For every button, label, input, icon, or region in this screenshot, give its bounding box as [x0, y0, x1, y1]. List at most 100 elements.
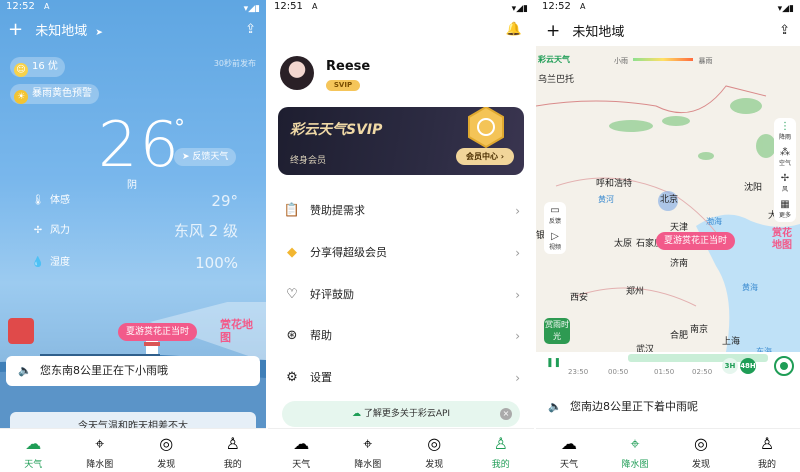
add-location-icon[interactable]: + [546, 21, 560, 41]
chevron-right-icon: › [515, 288, 520, 302]
compass-icon: ◎ [159, 434, 174, 453]
flower-map-logo: 赏花地图 [220, 318, 253, 344]
tab-precip[interactable]: ⌖ 降水图 [67, 429, 134, 472]
chevron-right-icon: › [515, 246, 520, 260]
tab-precip[interactable]: ⌖ 降水图 [335, 429, 402, 472]
chevron-right-icon: › [515, 371, 520, 385]
share-icon[interactable]: ⇪ [245, 18, 256, 42]
rain-map[interactable]: 彩云天气 小雨 暴雨 乌兰巴托 呼和浩特 北京 沈阳 天津 渤海 太原 石家庄 … [536, 46, 800, 352]
time-slider[interactable]: ❚❚ 23:50 00:50 01:50 02:50 [546, 354, 798, 382]
add-location-icon[interactable]: + [8, 19, 23, 40]
aqi-face-icon: ☺ [14, 63, 28, 77]
layer-air-label: 空气 [778, 160, 791, 167]
menu-share[interactable]: ◆ 分享得超级会员 › [282, 243, 524, 263]
humidity-row: 💧 湿度 100% [30, 254, 238, 272]
svip-card[interactable]: 彩云天气SVIP 终身会员 会员中心 › [278, 107, 524, 175]
member-center-button[interactable]: 会员中心 › [456, 148, 514, 165]
city-label: 合肥 [670, 331, 689, 341]
bell-icon[interactable]: 🔔 [506, 22, 522, 37]
sim-icon: A [312, 2, 318, 11]
layer-more[interactable]: ▦ 更多 [774, 196, 796, 222]
menu-settings[interactable]: ⚙ 设置 › [282, 368, 524, 388]
rain-legend: 小雨 暴雨 [614, 56, 712, 66]
fan-icon: ✢ [33, 225, 43, 236]
tab-discover[interactable]: ◎ 发现 [401, 429, 468, 472]
cloud-icon: ☁ [293, 434, 310, 453]
rain-notice[interactable]: 🔈 您南边8公里正下着中雨呢 [540, 394, 796, 420]
tab-weather[interactable]: ☁ 天气 [0, 429, 67, 472]
close-icon[interactable]: × [500, 408, 512, 420]
layer-wind[interactable]: ✢ 风 [774, 170, 796, 196]
compass-icon: ◎ [694, 434, 708, 453]
rain-notice-text: 您东南8公里正在下小雨哦 [40, 364, 168, 377]
tab-me[interactable]: ♙ 我的 [468, 429, 535, 472]
tab-weather[interactable]: ☁ 天气 [268, 429, 335, 472]
status-bar: 12:51 A ▾◢▮ [268, 0, 534, 14]
tab-weather-label: 天气 [292, 460, 311, 470]
sim-icon: A [580, 2, 586, 11]
status-bar: 12:52 A ▾◢▮ [0, 0, 266, 14]
pause-icon[interactable]: ❚❚ [546, 358, 561, 368]
mode-3h-button[interactable]: 3H [722, 358, 738, 374]
time-tick: 00:50 [608, 368, 629, 376]
wind-value: 东风 2 级 [173, 222, 238, 240]
layer-rain-label: 降雨 [778, 134, 791, 141]
tab-precip[interactable]: ⌖ 降水图 [602, 429, 668, 472]
aqi-pill[interactable]: ☺ 16 优 [10, 57, 65, 77]
locate-button[interactable] [774, 356, 794, 376]
speaker-icon: 🔈 [548, 400, 562, 413]
tab-weather[interactable]: ☁ 天气 [536, 429, 602, 472]
tab-discover[interactable]: ◎ 发现 [668, 429, 734, 472]
user-icon: ♙ [759, 434, 775, 453]
feedback-tool[interactable]: ▭ 反馈 [544, 202, 566, 228]
tab-precip-label: 降水图 [621, 460, 649, 470]
location-name[interactable]: 未知地域 [572, 25, 624, 40]
user-icon: ♙ [225, 434, 240, 453]
tab-discover[interactable]: ◎ 发现 [133, 429, 200, 472]
tab-me[interactable]: ♙ 我的 [200, 429, 267, 472]
avatar[interactable] [280, 56, 314, 90]
alert-pill[interactable]: ☀ 暴雨黄色预警 [10, 84, 99, 104]
feedback-button[interactable]: ➤ 反馈天气 [174, 148, 237, 166]
fan-icon: ✢ [780, 173, 790, 184]
membership-type: 终身会员 [290, 156, 327, 166]
tab-me-label: 我的 [223, 460, 242, 470]
location-name[interactable]: 未知地域 [35, 24, 87, 39]
thermometer-icon: 🌡 [31, 195, 45, 206]
video-tool[interactable]: ▷ 视频 [544, 228, 566, 254]
city-label: 太原 [614, 239, 633, 249]
city-label: 郑州 [626, 287, 645, 297]
flower-map-logo[interactable]: 赏花地图 [772, 228, 798, 252]
menu-rate-label: 好评鼓励 [310, 288, 354, 301]
degree-symbol: ° [174, 116, 185, 141]
share-icon[interactable]: ⇪ [779, 18, 790, 44]
api-banner[interactable]: ☁ 了解更多关于彩云API × [282, 401, 520, 427]
air-icon: ⁂ [780, 147, 790, 158]
locate-icon [780, 362, 788, 370]
brand-logo: 彩云天气 [538, 55, 570, 64]
tab-me[interactable]: ♙ 我的 [734, 429, 800, 472]
layer-air[interactable]: ⁂ 空气 [774, 144, 796, 170]
location-arrow-icon: ➤ [95, 28, 103, 38]
city-label: 沈阳 [744, 183, 763, 193]
rain-notice-text: 您南边8公里正下着中雨呢 [570, 400, 698, 413]
menu-sponsor-label: 赞助提需求 [310, 204, 365, 217]
rain-notice-card[interactable]: 🔈 您东南8公里正在下小雨哦 [6, 356, 260, 386]
feels-like-value: 29° [211, 192, 238, 210]
map-left-tools: ▭ 反馈 ▷ 视频 [544, 202, 566, 254]
tab-me-label: 我的 [757, 460, 776, 470]
video-tool-label: 视频 [548, 244, 561, 251]
video-icon: ▷ [551, 231, 559, 242]
tab-bar: ☁ 天气 ⌖ 降水图 ◎ 发现 ♙ 我的 [536, 428, 800, 472]
menu-sponsor[interactable]: 📋 赞助提需求 › [282, 201, 524, 221]
rain-time-logo[interactable]: 赏雨时光 [544, 318, 570, 344]
promo-banner[interactable]: 夏游赏花正当时 赏花地图 [8, 318, 258, 346]
promo-label[interactable]: 夏游赏花正当时 [656, 232, 736, 250]
mode-48h-button[interactable]: 48H [740, 358, 756, 374]
menu-help[interactable]: ⊛ 帮助 › [282, 326, 524, 346]
layer-rain[interactable]: ⋮ 降雨 [774, 118, 796, 144]
warning-icon: ☀ [14, 90, 28, 104]
feels-like-label: 体感 [50, 195, 70, 206]
layer-wind-label: 风 [781, 186, 788, 193]
menu-rate[interactable]: ♡ 好评鼓励 › [282, 285, 524, 305]
